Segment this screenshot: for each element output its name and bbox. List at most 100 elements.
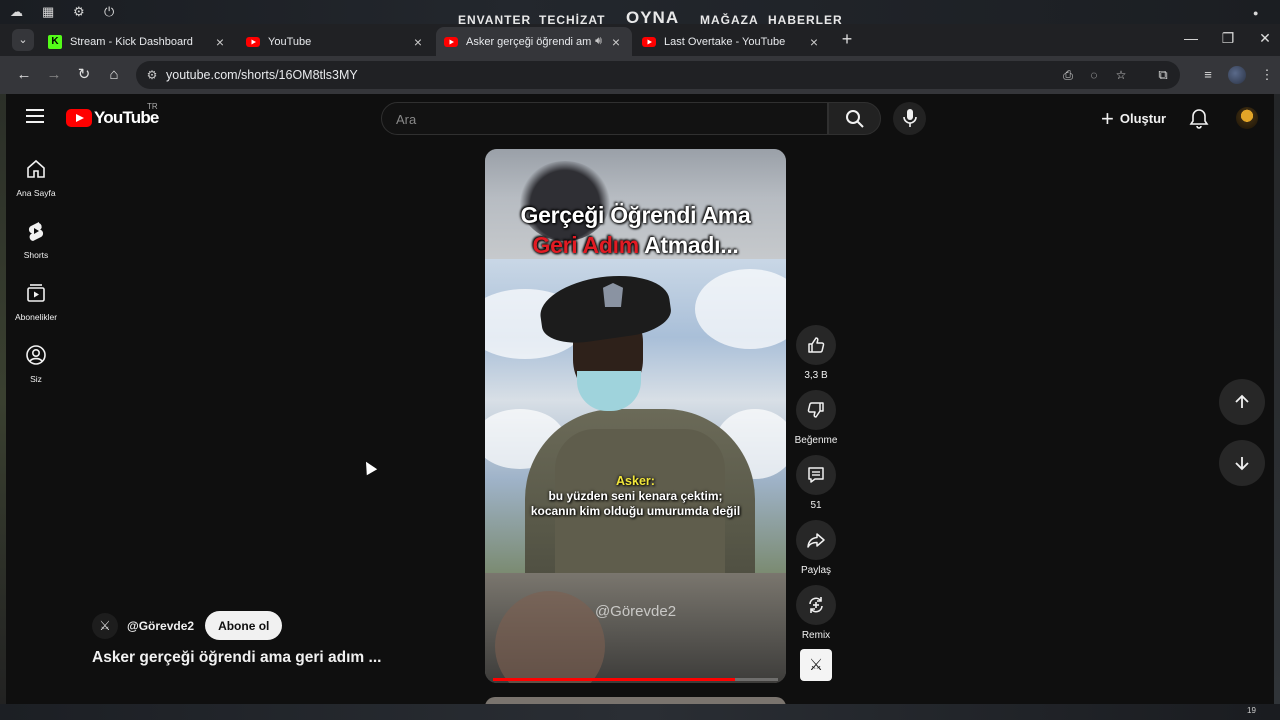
- next-video-peek[interactable]: [485, 697, 786, 704]
- address-bar[interactable]: ⚙ youtube.com/shorts/16OM8tls3MY ⎙ ◌ ☆: [136, 61, 1180, 89]
- maximize-button[interactable]: ❐: [1213, 30, 1243, 47]
- notifications-bell-icon[interactable]: [1188, 107, 1210, 129]
- tab-search-button[interactable]: ⌄: [12, 29, 34, 51]
- tab-title: Last Overtake - YouTube: [664, 35, 786, 48]
- star-icon[interactable]: ☆: [1113, 67, 1129, 83]
- extensions-icon[interactable]: ⧉: [1154, 66, 1172, 84]
- country-code: TR: [147, 102, 158, 111]
- video-caption-line2: Geri Adım Atmadı...: [485, 232, 786, 259]
- plus-icon: +: [1101, 105, 1114, 131]
- close-icon[interactable]: ×: [608, 34, 624, 50]
- subtitle-line2: kocanın kim olduğu umurumda değil: [530, 504, 741, 518]
- tab-kick-dashboard[interactable]: K Stream - Kick Dashboard ×: [40, 27, 236, 56]
- shorts-video-player[interactable]: Gerçeği Öğrendi Ama Geri Adım Atmadı... …: [485, 149, 786, 683]
- thumbs-down-icon: [807, 402, 824, 418]
- tab-youtube[interactable]: YouTube ×: [238, 27, 434, 56]
- game-menu-equipment: TEÇHİZAT: [539, 13, 606, 24]
- channel-thumbnail[interactable]: ⚔: [800, 649, 832, 681]
- comments-button[interactable]: 51: [790, 455, 842, 511]
- sidebar-item-label: Shorts: [23, 250, 49, 260]
- sidebar-item-label: Ana Sayfa: [16, 188, 56, 198]
- mic-icon: [903, 109, 917, 127]
- search-box[interactable]: [381, 102, 828, 135]
- game-menu-play: OYNA: [626, 8, 680, 24]
- soldiers-logo-icon: ⚔: [99, 617, 111, 633]
- game-menu-inventory: ENVANTER: [458, 13, 532, 24]
- close-icon[interactable]: ×: [410, 34, 426, 50]
- voice-search-button[interactable]: [893, 102, 926, 135]
- search-input[interactable]: [396, 110, 796, 128]
- video-caption-line1: Gerçeği Öğrendi Ama: [520, 202, 751, 228]
- desktop-bottom-strip: 19: [0, 704, 1280, 720]
- shorts-icon: [28, 222, 44, 241]
- desktop-top-strip: ☁ ▦ ⚙ ⏻ ENVANTER TEÇHİZAT OYNA MAĞAZA HA…: [0, 0, 1280, 24]
- dislike-button[interactable]: Beğenme: [790, 390, 842, 446]
- video-watermark: @Görevde2: [594, 603, 677, 620]
- more-menu-icon[interactable]: ⋮: [1258, 66, 1276, 84]
- search-icon: [846, 110, 864, 128]
- new-tab-button[interactable]: +: [836, 29, 858, 51]
- sidebar-item-label: Abonelikler: [14, 312, 58, 322]
- youtube-icon: [642, 35, 656, 49]
- share-label: Paylaş: [800, 565, 831, 576]
- forward-button[interactable]: →: [43, 64, 65, 86]
- youtube-logo[interactable]: YouTube TR: [66, 102, 159, 128]
- game-menu-store: MAĞAZA: [700, 13, 759, 24]
- sidebar-item-subscriptions[interactable]: Abonelikler: [6, 282, 66, 325]
- tab-shorts-active[interactable]: Asker gerçeği öğrendi ama 🔊︎ ×: [436, 27, 632, 56]
- sidebar-item-label: Siz: [30, 374, 42, 384]
- video-progress-bar[interactable]: [493, 678, 778, 681]
- share-button[interactable]: Paylaş: [790, 520, 842, 576]
- create-label: Oluştur: [1119, 111, 1167, 126]
- tab-title: Stream - Kick Dashboard: [70, 35, 193, 48]
- toolbar: ← → ↻ ⌂ ⚙ youtube.com/shorts/16OM8tls3MY…: [0, 56, 1280, 94]
- home-button[interactable]: ⌂: [103, 64, 125, 86]
- remix-icon: [809, 597, 823, 613]
- url-text: youtube.com/shorts/16OM8tls3MY: [166, 68, 358, 82]
- channel-avatar[interactable]: ⚔: [92, 612, 118, 639]
- previous-video-button[interactable]: [1219, 379, 1265, 425]
- tab-last-overtake[interactable]: Last Overtake - YouTube ×: [634, 27, 830, 56]
- sidebar-item-you[interactable]: Siz: [6, 344, 66, 387]
- subtitle-speaker: Asker:: [616, 474, 655, 488]
- sidebar-item-shorts[interactable]: Shorts: [6, 220, 66, 263]
- progress-fill: [493, 678, 736, 681]
- close-icon[interactable]: ×: [212, 34, 228, 50]
- install-app-icon[interactable]: ⎙: [1060, 67, 1076, 83]
- like-button[interactable]: 3,3 B: [790, 325, 842, 381]
- game-menu-news: HABERLER: [768, 13, 843, 24]
- close-window-button[interactable]: ✕: [1250, 30, 1280, 47]
- menu-icon[interactable]: [26, 109, 44, 123]
- comment-count: 51: [810, 500, 822, 511]
- next-video-button[interactable]: [1219, 440, 1265, 486]
- subscriptions-icon: [27, 284, 45, 302]
- minimize-button[interactable]: —: [1176, 30, 1206, 46]
- eye-off-icon[interactable]: ◌: [1086, 67, 1102, 83]
- calendar-icon: ▦: [42, 4, 55, 19]
- youtube-page: YouTube TR + Oluştur Ana Sayfa Shorts Ab…: [6, 94, 1274, 704]
- face-mask: [577, 371, 641, 411]
- video-title[interactable]: Asker gerçeği öğrendi ama geri adım ...: [92, 649, 381, 667]
- site-settings-icon[interactable]: ⚙: [144, 67, 160, 83]
- channel-row: ⚔ @Görevde2 Abone ol: [92, 611, 283, 640]
- power-icon: ⏻: [104, 4, 115, 19]
- channel-handle[interactable]: @Görevde2: [127, 619, 194, 633]
- account-avatar[interactable]: [1236, 107, 1258, 129]
- profile-avatar[interactable]: [1228, 66, 1246, 84]
- arrow-up-icon: [1235, 394, 1249, 408]
- create-button[interactable]: + Oluştur: [1091, 102, 1176, 135]
- dot-icon: ●: [1253, 8, 1259, 18]
- youtube-icon: [246, 35, 260, 49]
- reload-button[interactable]: ↻: [73, 64, 95, 86]
- sidebar-item-home[interactable]: Ana Sayfa: [6, 158, 66, 201]
- dislike-label: Beğenme: [794, 435, 838, 446]
- video-bottom-panel: @Görevde2: [485, 573, 786, 683]
- close-icon[interactable]: ×: [806, 34, 822, 50]
- back-button[interactable]: ←: [13, 64, 35, 86]
- speaker-icon[interactable]: 🔊︎: [595, 35, 602, 48]
- media-control-icon[interactable]: ≡: [1199, 66, 1217, 84]
- remix-button[interactable]: Remix: [790, 585, 842, 641]
- tab-title: YouTube: [268, 35, 312, 48]
- subscribe-button[interactable]: Abone ol: [205, 611, 283, 640]
- search-button[interactable]: [828, 102, 881, 135]
